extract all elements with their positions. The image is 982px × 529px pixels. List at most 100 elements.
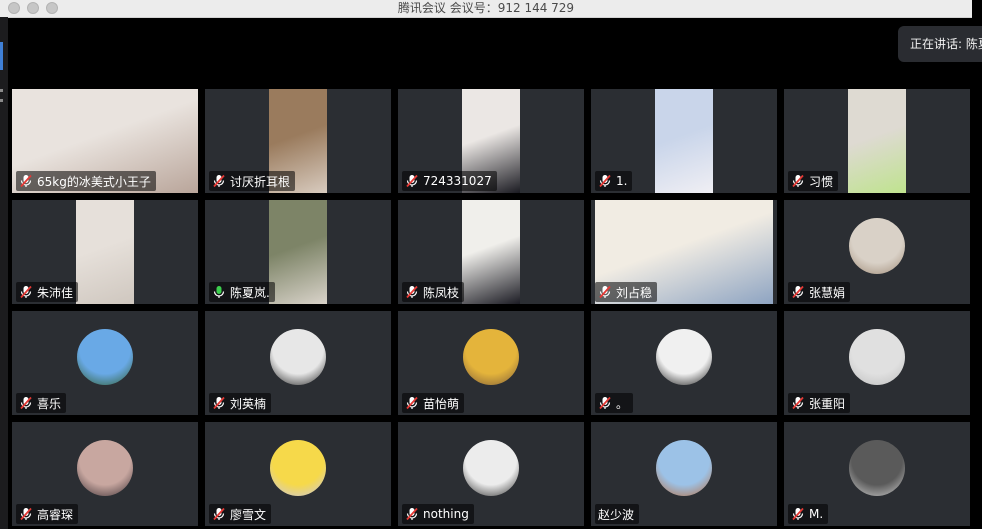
participant-name-tag: 1. (595, 171, 633, 191)
participant-name-tag: 刘英楠 (209, 393, 272, 413)
mic-muted-icon (19, 285, 33, 299)
participant-name-tag: nothing (402, 504, 474, 524)
participant-name-tag: 讨厌折耳根 (209, 171, 296, 191)
participant-name: 张慧娟 (809, 285, 846, 300)
participant-name: 张重阳 (809, 396, 846, 411)
participant-name-tag: 65kg的冰美式小王子 (16, 171, 156, 191)
participant-tile[interactable]: 赵少波 (591, 422, 777, 526)
participant-name-tag: 刘占稳 (595, 282, 658, 302)
mic-muted-icon (405, 396, 419, 410)
participant-avatar (656, 440, 712, 496)
participant-name: 724331027 (423, 174, 492, 188)
participant-name: 1. (616, 174, 628, 188)
participant-avatar (270, 440, 326, 496)
mic-muted-icon (598, 285, 612, 299)
participant-name-tag: 陈凤枝 (402, 282, 465, 302)
participant-name: 讨厌折耳根 (230, 174, 291, 189)
participant-name-tag: 习惯 (788, 171, 839, 191)
participant-name-tag: 喜乐 (16, 393, 67, 413)
participant-name-tag: 苗怡萌 (402, 393, 465, 413)
mic-icon (212, 285, 226, 299)
participant-video (462, 200, 520, 304)
mic-muted-icon (598, 396, 612, 410)
participant-name-tag: 赵少波 (595, 504, 640, 524)
mic-muted-icon (791, 285, 805, 299)
mic-muted-icon (405, 285, 419, 299)
participant-tile[interactable]: 张慧娟 (784, 200, 970, 304)
participant-name: 刘英楠 (230, 396, 267, 411)
window-title: 腾讯会议 会议号：912 144 729 (397, 1, 575, 15)
participant-name: 刘占稳 (616, 285, 653, 300)
participant-name: 朱沛佳 (37, 285, 74, 300)
participant-tile[interactable]: 65kg的冰美式小王子 (12, 89, 198, 193)
participant-video (848, 89, 906, 193)
participant-name: 65kg的冰美式小王子 (37, 174, 151, 189)
mic-muted-icon (405, 174, 419, 188)
mic-muted-icon (19, 174, 33, 188)
mic-muted-icon (791, 174, 805, 188)
participant-tile[interactable]: 刘英楠 (205, 311, 391, 415)
participant-avatar (463, 440, 519, 496)
participant-tile[interactable]: 廖雪文 (205, 422, 391, 526)
participant-name-tag: 朱沛佳 (16, 282, 79, 302)
participant-avatar (77, 329, 133, 385)
mic-muted-icon (791, 507, 805, 521)
participant-name: 喜乐 (37, 396, 62, 411)
participant-tile[interactable]: 喜乐 (12, 311, 198, 415)
participant-name: 廖雪文 (230, 507, 267, 522)
participant-name: 陈夏岚. (230, 285, 270, 300)
participant-avatar (849, 440, 905, 496)
participant-tile[interactable]: 陈凤枝 (398, 200, 584, 304)
participant-name: 陈凤枝 (423, 285, 460, 300)
participant-tile[interactable]: 高睿琛 (12, 422, 198, 526)
participant-tile[interactable]: 1. (591, 89, 777, 193)
participant-avatar (849, 218, 905, 274)
sidebar-selection-marker[interactable] (0, 42, 3, 70)
participant-avatar (77, 440, 133, 496)
participant-video (655, 89, 713, 193)
mic-muted-icon (212, 396, 226, 410)
mic-muted-icon (19, 396, 33, 410)
mic-muted-icon (212, 507, 226, 521)
participant-name: 苗怡萌 (423, 396, 460, 411)
participant-tile[interactable]: 苗怡萌 (398, 311, 584, 415)
sidebar-handle-icon[interactable] (0, 89, 3, 92)
participant-name-tag: 。 (595, 393, 634, 413)
participant-name-tag: M. (788, 504, 829, 524)
participant-name-tag: 廖雪文 (209, 504, 272, 524)
participant-tile[interactable]: 讨厌折耳根 (205, 89, 391, 193)
participant-tile[interactable]: 刘占稳 (591, 200, 777, 304)
participant-avatar (463, 329, 519, 385)
speaking-indicator: 正在讲话: 陈夏 (898, 26, 982, 62)
participant-name: 习惯 (809, 174, 834, 189)
participant-tile[interactable]: 724331027 (398, 89, 584, 193)
participant-name: 。 (616, 396, 629, 411)
mic-muted-icon (212, 174, 226, 188)
participant-name-tag: 陈夏岚. (209, 282, 275, 302)
mic-muted-icon (405, 507, 419, 521)
participant-tile[interactable]: M. (784, 422, 970, 526)
participant-tile[interactable]: nothing (398, 422, 584, 526)
participant-avatar (270, 329, 326, 385)
mic-muted-icon (19, 507, 33, 521)
participant-name-tag: 张重阳 (788, 393, 851, 413)
participant-name-tag: 724331027 (402, 171, 497, 191)
participant-name: 高睿琛 (37, 507, 74, 522)
participant-video (76, 200, 134, 304)
participant-tile[interactable]: 朱沛佳 (12, 200, 198, 304)
participant-avatar (656, 329, 712, 385)
participant-name-tag: 张慧娟 (788, 282, 851, 302)
participant-tile[interactable]: 。 (591, 311, 777, 415)
participant-video (269, 200, 327, 304)
participant-avatar (849, 329, 905, 385)
title-bar: 腾讯会议 会议号：912 144 729 (0, 0, 972, 18)
participant-name: 赵少波 (598, 507, 635, 522)
participant-tile[interactable]: 习惯 (784, 89, 970, 193)
participant-name: M. (809, 507, 824, 521)
sidebar-strip (0, 17, 8, 529)
participant-tile[interactable]: 陈夏岚. (205, 200, 391, 304)
participant-tile[interactable]: 张重阳 (784, 311, 970, 415)
mic-muted-icon (598, 174, 612, 188)
participant-name: nothing (423, 507, 469, 521)
participant-name-tag: 高睿琛 (16, 504, 79, 524)
